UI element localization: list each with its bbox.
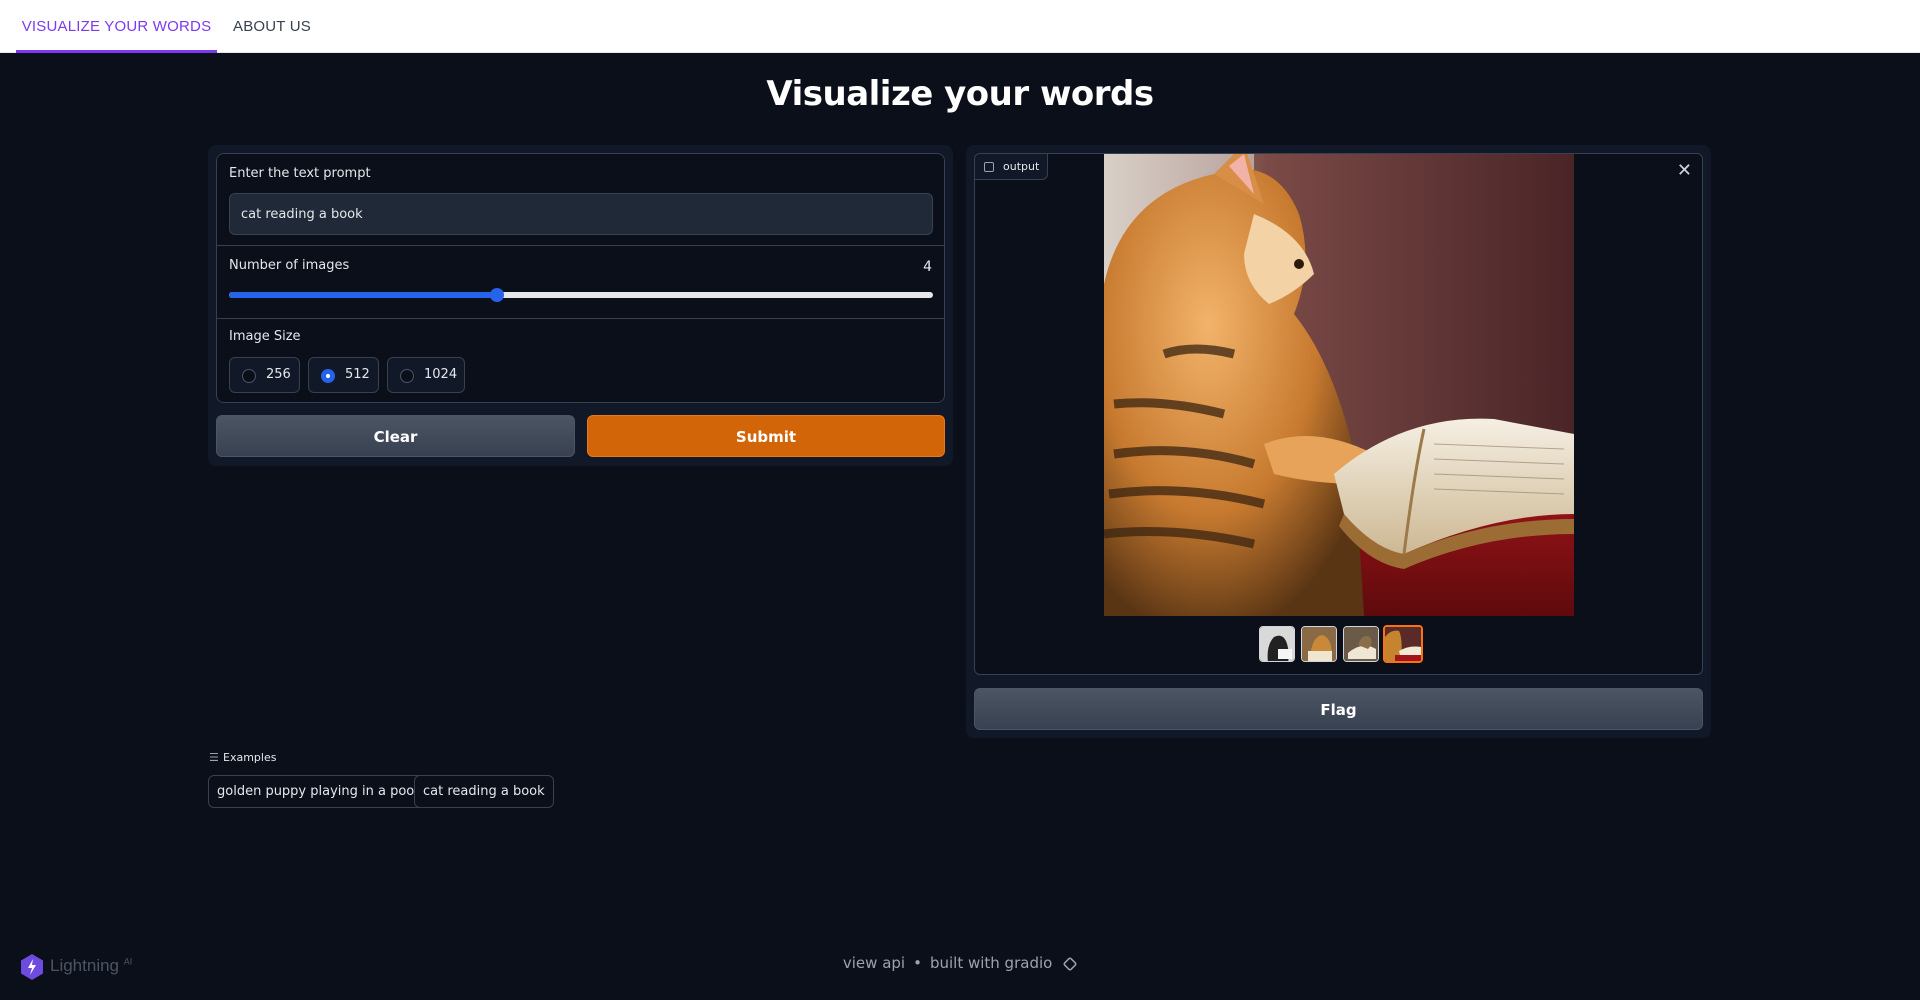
flag-button[interactable]: Flag bbox=[974, 688, 1703, 730]
image-size-block: Image Size 256 512 1024 bbox=[217, 319, 944, 402]
radio-dot bbox=[242, 369, 256, 383]
submit-button[interactable]: Submit bbox=[587, 415, 945, 457]
thumbnail-3[interactable] bbox=[1343, 626, 1379, 662]
thumbnail-2-image bbox=[1302, 627, 1336, 661]
built-with-gradio-link[interactable]: built with gradio bbox=[930, 954, 1052, 972]
thumbnail-2[interactable] bbox=[1301, 626, 1337, 662]
examples-header-label: Examples bbox=[223, 751, 277, 764]
view-api-link[interactable]: view api bbox=[843, 954, 905, 972]
tab-about-us[interactable]: ABOUT US bbox=[233, 0, 311, 53]
radio-label: 1024 bbox=[424, 367, 458, 382]
radio-dot bbox=[400, 369, 414, 383]
prompt-block: Enter the text prompt bbox=[217, 154, 944, 246]
num-images-label: Number of images bbox=[229, 258, 350, 273]
footer: view api • built with gradio bbox=[0, 954, 1920, 972]
num-images-block: Number of images 4 bbox=[217, 246, 944, 319]
thumbnail-1-image bbox=[1260, 627, 1294, 661]
footer-separator: • bbox=[913, 954, 922, 972]
form-box: Enter the text prompt Number of images 4… bbox=[216, 153, 945, 403]
gradio-logo-icon bbox=[1062, 956, 1078, 971]
thumbnail-1[interactable] bbox=[1259, 626, 1295, 662]
thumbnail-3-image bbox=[1344, 627, 1378, 661]
num-images-value[interactable]: 4 bbox=[923, 259, 932, 275]
cat-image-illustration bbox=[1104, 154, 1574, 616]
example-cat-reading[interactable]: cat reading a book bbox=[414, 775, 554, 808]
input-panel: Enter the text prompt Number of images 4… bbox=[208, 145, 953, 466]
radio-512[interactable]: 512 bbox=[308, 357, 379, 393]
radio-256[interactable]: 256 bbox=[229, 357, 300, 393]
generated-image-cat-reading-book[interactable] bbox=[1104, 154, 1574, 616]
output-gallery: output ✕ bbox=[974, 153, 1703, 675]
output-panel: output ✕ Flag bbox=[966, 145, 1711, 738]
close-icon[interactable]: ✕ bbox=[1677, 160, 1692, 181]
radio-label: 512 bbox=[345, 367, 370, 382]
image-size-label: Image Size bbox=[229, 329, 301, 344]
thumbnail-4-selected[interactable] bbox=[1383, 625, 1423, 663]
radio-dot bbox=[321, 369, 335, 383]
examples-header: ☰ Examples bbox=[209, 751, 276, 764]
list-icon: ☰ bbox=[209, 751, 219, 764]
output-label-text: output bbox=[1003, 160, 1040, 173]
slider-fill bbox=[229, 292, 497, 298]
tab-visualize-your-words[interactable]: VISUALIZE YOUR WORDS bbox=[16, 0, 217, 53]
thumbnail-4-image bbox=[1385, 627, 1421, 661]
output-label: output bbox=[975, 154, 1049, 180]
slider-thumb[interactable] bbox=[489, 288, 504, 302]
top-nav: VISUALIZE YOUR WORDS ABOUT US bbox=[0, 0, 1920, 53]
prompt-input[interactable] bbox=[229, 193, 933, 235]
radio-label: 256 bbox=[266, 367, 291, 382]
example-golden-puppy[interactable]: golden puppy playing in a pool bbox=[208, 775, 427, 808]
page-title: Visualize your words bbox=[766, 74, 1154, 114]
num-images-slider[interactable] bbox=[229, 288, 933, 302]
prompt-label: Enter the text prompt bbox=[229, 166, 371, 181]
radio-1024[interactable]: 1024 bbox=[387, 357, 465, 393]
clear-button[interactable]: Clear bbox=[216, 415, 575, 457]
image-icon bbox=[984, 162, 994, 172]
